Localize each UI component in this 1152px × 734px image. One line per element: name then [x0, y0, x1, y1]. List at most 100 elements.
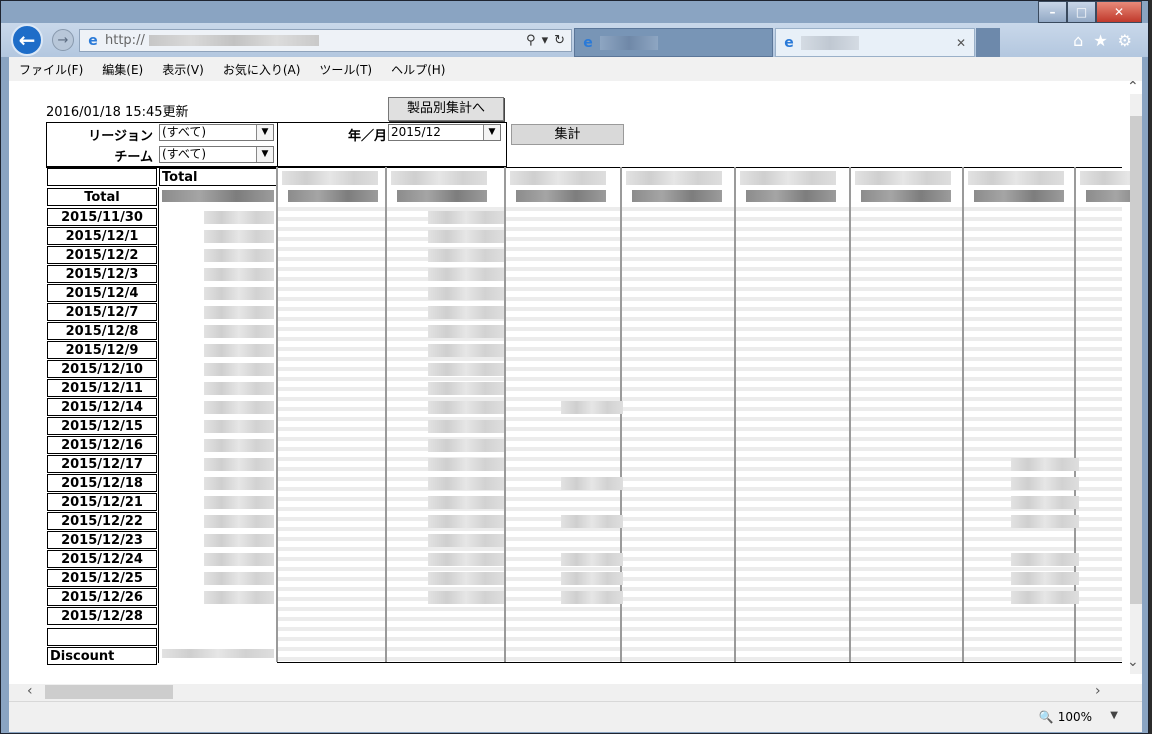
redacted-value — [204, 420, 274, 433]
redacted-value — [1011, 572, 1079, 585]
redacted-value — [278, 337, 1122, 341]
close-window-button[interactable]: ✕ — [1096, 1, 1142, 23]
new-tab-button[interactable] — [976, 28, 1000, 57]
horizontal-scrollbar[interactable]: ‹ › — [9, 683, 1142, 701]
redacted-value — [974, 190, 1064, 202]
chevron-down-icon: ▼ — [256, 147, 273, 162]
redacted-value — [204, 382, 274, 395]
redacted-value — [278, 307, 1122, 311]
date-row-label: 2015/12/22 — [47, 512, 157, 530]
redacted-value — [278, 647, 1122, 651]
tab-active[interactable]: e ✕ — [775, 28, 975, 57]
date-row-label: 2015/12/10 — [47, 360, 157, 378]
product-summary-button[interactable]: 製品別集計へ — [388, 97, 504, 121]
search-icon[interactable]: ⚲ — [526, 33, 536, 48]
favorites-star-icon[interactable]: ★ — [1093, 31, 1107, 50]
date-row-label: 2015/12/28 — [47, 607, 157, 625]
aggregate-button[interactable]: 集計 — [511, 124, 624, 145]
redacted-value — [626, 171, 722, 185]
date-row-label: 2015/12/24 — [47, 550, 157, 568]
redacted-value — [204, 287, 274, 300]
redacted-value — [561, 591, 623, 604]
vertical-scroll-thumb[interactable] — [1130, 116, 1142, 604]
redacted-value — [278, 437, 1122, 441]
zoom-value: 100% — [1057, 710, 1092, 724]
chevron-down-icon[interactable]: ▼ — [1110, 710, 1118, 721]
redacted-value — [278, 467, 1122, 471]
redacted-value — [162, 190, 274, 202]
redacted-value — [428, 591, 504, 604]
redacted-value — [204, 268, 274, 281]
redacted-value — [278, 237, 1122, 241]
horizontal-scroll-thumb[interactable] — [45, 685, 173, 699]
menu-tools[interactable]: ツール(T) — [309, 61, 381, 78]
menu-help[interactable]: ヘルプ(H) — [381, 61, 454, 78]
browser-window: – □ ✕ ← → e http:// ⚲ ▾ ↻ e e ✕ ⌂ ★ ⚙ ファ… — [0, 0, 1149, 734]
date-row-label: 2015/12/9 — [47, 341, 157, 359]
tab-inactive[interactable]: e — [574, 28, 773, 57]
redacted-value — [204, 591, 274, 604]
redacted-value — [278, 427, 1122, 431]
menu-favorites[interactable]: お気に入り(A) — [213, 61, 310, 78]
tab-title-redacted — [600, 35, 658, 50]
window-controls: – □ ✕ — [1038, 1, 1142, 23]
team-select-value: (すべて) — [162, 147, 207, 161]
refresh-icon[interactable]: ↻ — [554, 33, 565, 48]
redacted-value — [428, 306, 504, 319]
redacted-value — [278, 227, 1122, 231]
redacted-value — [278, 617, 1122, 621]
address-bar[interactable]: e http:// ⚲ ▾ ↻ — [79, 29, 572, 52]
settings-gear-icon[interactable]: ⚙ — [1118, 31, 1132, 50]
team-select[interactable]: (すべて) ▼ — [159, 146, 274, 163]
redacted-value — [278, 477, 1122, 481]
redacted-value — [855, 171, 951, 185]
vertical-scrollbar[interactable] — [1130, 94, 1142, 674]
menu-file[interactable]: ファイル(F) — [9, 61, 92, 78]
zoom-level[interactable]: 🔍 100% — [1039, 710, 1092, 724]
scroll-right-icon[interactable]: › — [1095, 683, 1101, 699]
menu-view[interactable]: 表示(V) — [152, 61, 213, 78]
dropdown-icon[interactable]: ▾ — [542, 33, 549, 48]
redacted-value — [204, 458, 274, 471]
chevron-down-icon: ▼ — [256, 125, 273, 140]
discount-row-label: Discount — [47, 647, 157, 665]
region-select-value: (すべて) — [162, 125, 207, 139]
forward-icon[interactable]: → — [52, 29, 74, 51]
redacted-value — [204, 306, 274, 319]
redacted-value — [561, 477, 623, 490]
redacted-value — [204, 401, 274, 414]
redacted-value — [278, 217, 1122, 221]
redacted-value — [510, 171, 606, 185]
scroll-up-icon[interactable]: ⌃ — [1127, 81, 1139, 95]
year-month-label: 年／月 — [347, 129, 387, 144]
redacted-value — [204, 572, 274, 585]
redacted-value — [278, 377, 1122, 381]
redacted-value — [278, 257, 1122, 261]
redacted-value — [391, 171, 487, 185]
redacted-value — [428, 401, 504, 414]
redacted-value — [278, 557, 1122, 561]
minimize-button[interactable]: – — [1038, 1, 1067, 23]
year-month-select[interactable]: 2015/12 ▼ — [388, 124, 501, 141]
redacted-value — [397, 190, 487, 202]
scroll-left-icon[interactable]: ‹ — [27, 683, 33, 699]
close-tab-icon[interactable]: ✕ — [956, 36, 966, 50]
redacted-value — [428, 211, 504, 224]
date-row-label: 2015/12/25 — [47, 569, 157, 587]
menu-edit[interactable]: 編集(E) — [92, 61, 152, 78]
back-icon[interactable]: ← — [11, 24, 43, 56]
date-row-label: 2015/12/11 — [47, 379, 157, 397]
redacted-value — [278, 407, 1122, 411]
redacted-value — [428, 553, 504, 566]
scroll-down-icon[interactable]: ⌄ — [1127, 654, 1139, 670]
redacted-value — [278, 487, 1122, 491]
redacted-value — [162, 649, 274, 658]
redacted-value — [1011, 515, 1079, 528]
region-select[interactable]: (すべて) ▼ — [159, 124, 274, 141]
redacted-value — [278, 567, 1122, 571]
redacted-value — [278, 297, 1122, 301]
home-icon[interactable]: ⌂ — [1073, 31, 1083, 50]
maximize-button[interactable]: □ — [1067, 1, 1096, 23]
ie-icon: e — [88, 32, 98, 49]
redacted-value — [204, 325, 274, 338]
